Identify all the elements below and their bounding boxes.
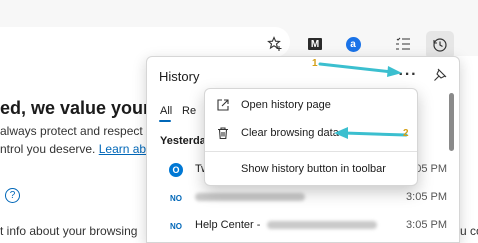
trash-icon (215, 125, 231, 141)
history-row-title: Help Center - (195, 219, 261, 231)
menu-item-label: Open history page (241, 99, 331, 111)
history-row-time: 3:05 PM (406, 219, 447, 231)
site-favicon-icon: NO (170, 193, 182, 203)
collections-icon[interactable] (392, 33, 414, 55)
address-bar[interactable] (0, 27, 290, 57)
menu-item-open-history-page[interactable]: Open history page (205, 93, 417, 119)
page-heading: ed, we value your (0, 98, 151, 118)
menu-item-label: Clear browsing data (241, 127, 339, 139)
annotation-step-1: 1 (312, 58, 318, 69)
tab-recently-closed[interactable]: Re (182, 105, 196, 117)
page-text-line: t info about your browsing (0, 224, 138, 238)
history-row[interactable]: NO 3:05 PM (147, 187, 447, 209)
history-icon[interactable] (426, 31, 454, 59)
scrollbar[interactable] (449, 93, 454, 151)
pin-icon[interactable] (429, 65, 451, 85)
annotation-arrow-1 (318, 62, 402, 77)
page-text-line: u co (460, 224, 478, 238)
history-title: History (159, 69, 200, 84)
tab-all[interactable]: All (160, 105, 172, 117)
extension-glyph: a (345, 36, 361, 52)
open-external-icon (215, 97, 231, 113)
annotation-step-2: 2 (403, 128, 409, 139)
site-favicon-icon: O (169, 163, 183, 177)
add-favorite-icon[interactable] (264, 33, 286, 55)
gmail-icon[interactable]: M (304, 33, 326, 55)
learn-more-link[interactable]: Learn abo (99, 142, 153, 156)
history-row-time: 3:05 PM (406, 191, 447, 203)
site-favicon-icon: NO (170, 221, 182, 231)
page-text-prefix: ntrol you deserve. (0, 142, 96, 156)
annotation-arrow-2 (334, 127, 408, 139)
redacted-title (267, 221, 377, 229)
page-text-line: always protect and respect (0, 124, 143, 138)
extension-icon[interactable]: a (342, 33, 364, 55)
menu-item-show-history-button[interactable]: Show history button in toolbar (205, 157, 417, 183)
browser-toolbar: M a (0, 0, 478, 59)
redacted-title (195, 193, 305, 201)
menu-item-label: Show history button in toolbar (241, 163, 386, 175)
menu-divider (205, 151, 417, 152)
history-row[interactable]: NO Help Center - 3:05 PM (147, 215, 447, 237)
page-text-line: ntrol you deserve. Learn abo (0, 142, 153, 156)
gmail-glyph: M (308, 38, 322, 50)
help-icon[interactable]: ? (5, 188, 20, 203)
active-tab-indicator (159, 120, 171, 122)
